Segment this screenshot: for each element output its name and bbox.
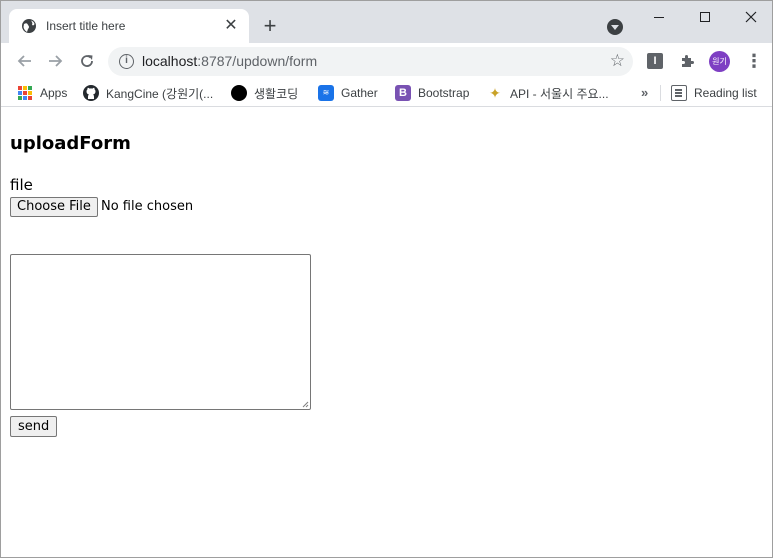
window-close-button[interactable] bbox=[728, 1, 772, 31]
maximize-button[interactable] bbox=[682, 1, 728, 31]
page-content: uploadForm file Choose File No file chos… bbox=[1, 108, 772, 557]
bookmark-label: 생활코딩 bbox=[254, 86, 299, 101]
bookmark-saenghwalcoding[interactable]: 생활코딩 bbox=[231, 85, 298, 101]
reading-list-icon bbox=[671, 85, 687, 101]
site-info-icon[interactable]: i bbox=[119, 54, 134, 69]
extensions-puzzle-icon[interactable] bbox=[679, 53, 695, 69]
bookmark-apps[interactable]: Apps bbox=[17, 85, 67, 101]
tab-search-icon[interactable] bbox=[607, 19, 623, 35]
bookmark-label: API - 서울시 주요... bbox=[510, 86, 609, 101]
reload-icon bbox=[81, 55, 93, 67]
globe-icon bbox=[22, 19, 36, 33]
reload-button[interactable] bbox=[75, 49, 99, 73]
menu-kebab-icon[interactable]: ⋮ bbox=[745, 51, 763, 71]
back-arrow-icon bbox=[17, 55, 31, 67]
new-tab-button[interactable]: + bbox=[257, 14, 283, 40]
file-label: file bbox=[10, 176, 33, 194]
message-textarea[interactable] bbox=[10, 254, 311, 410]
tab-strip: Insert title here ✕ + bbox=[1, 1, 772, 43]
browser-window: Insert title here ✕ + i localhost:8787/u… bbox=[0, 0, 773, 558]
bookmark-star-icon[interactable]: ☆ bbox=[610, 51, 625, 71]
tab-close-icon[interactable]: ✕ bbox=[223, 18, 239, 34]
bootstrap-icon: B bbox=[395, 85, 411, 101]
gather-icon: ≋ bbox=[318, 85, 334, 101]
address-bar[interactable]: i localhost:8787/updown/form ☆ bbox=[108, 47, 633, 76]
api-icon: ✦ bbox=[489, 85, 501, 101]
tab-title: Insert title here bbox=[46, 19, 126, 33]
url-text[interactable]: localhost:8787/updown/form bbox=[142, 53, 317, 69]
bookmark-bootstrap[interactable]: B Bootstrap bbox=[395, 85, 469, 101]
url-host: localhost bbox=[142, 53, 198, 69]
apps-grid-icon bbox=[17, 85, 33, 101]
tab-active[interactable]: Insert title here ✕ bbox=[9, 9, 249, 43]
profile-avatar[interactable]: 원기 bbox=[709, 51, 730, 72]
minimize-button[interactable] bbox=[636, 1, 682, 31]
bookmark-label: Bootstrap bbox=[418, 86, 470, 100]
window-close-icon bbox=[745, 11, 757, 23]
back-button[interactable] bbox=[13, 49, 37, 73]
extension-i-icon[interactable]: I bbox=[647, 53, 663, 69]
maximize-icon bbox=[700, 12, 710, 23]
choose-file-button[interactable]: Choose File bbox=[10, 197, 98, 217]
bookmarks-divider bbox=[660, 85, 661, 101]
resize-grip-icon[interactable] bbox=[301, 400, 309, 408]
browser-toolbar: i localhost:8787/updown/form ☆ I 원기 ⋮ bbox=[1, 43, 772, 79]
bookmark-label: Apps bbox=[40, 86, 68, 100]
black-dot-icon bbox=[231, 85, 247, 101]
url-path: :8787/updown/form bbox=[197, 53, 318, 69]
bookmark-kangcine[interactable]: KangCine (강원기(... bbox=[83, 85, 213, 101]
minimize-icon bbox=[654, 16, 664, 18]
bookmark-api-seoul[interactable]: ✦ API - 서울시 주요... bbox=[487, 85, 609, 101]
bookmarks-bar: Apps KangCine (강원기(... 생활코딩 ≋ Gather B B… bbox=[1, 79, 772, 107]
page-title: uploadForm bbox=[10, 133, 131, 154]
puzzle-icon bbox=[682, 55, 694, 67]
forward-arrow-icon bbox=[49, 55, 63, 67]
reading-list-label: Reading list bbox=[694, 86, 757, 100]
forward-button[interactable] bbox=[43, 49, 67, 73]
send-button[interactable]: send bbox=[10, 416, 58, 437]
github-icon bbox=[83, 85, 99, 101]
bookmark-gather[interactable]: ≋ Gather bbox=[318, 85, 378, 101]
bookmark-label: Gather bbox=[341, 86, 378, 100]
file-status-text: No file chosen bbox=[101, 199, 194, 214]
bookmark-label: KangCine (강원기(... bbox=[106, 86, 214, 101]
bookmarks-overflow-icon[interactable]: » bbox=[641, 85, 648, 100]
reading-list-button[interactable]: Reading list bbox=[671, 85, 757, 101]
